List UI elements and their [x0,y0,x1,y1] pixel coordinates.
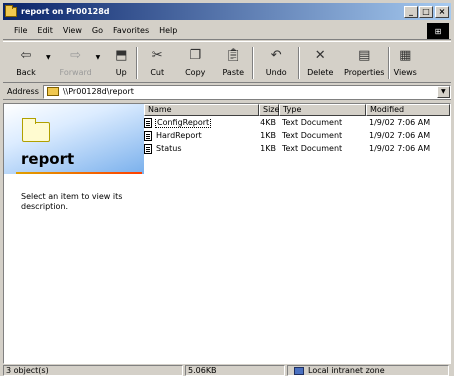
forward-arrow-icon: ⇨ [70,48,82,63]
status-zone: Local intranet zone [287,365,449,376]
delete-x-icon: ✕ [314,48,326,63]
file-modified: 1/9/02 7:06 AM [369,144,431,153]
folder-content: report Select an item to view its descri… [3,103,451,364]
toolbar: ⇦ Back ▼ ⇨ Forward ▼ ⬒ Up ✂ Cut ❐ Copy 📋… [3,41,451,83]
file-row[interactable]: Status 1KB Text Document 1/9/02 7:06 AM [144,142,450,155]
delete-label: Delete [307,68,334,77]
column-header-type[interactable]: Type [279,104,366,116]
back-label: Back [16,68,36,77]
status-size: 5.06KB [185,365,285,376]
file-name-cell: ConfigReport [144,117,259,128]
status-object-count: 3 object(s) [3,365,183,376]
menu-edit[interactable]: Edit [32,26,58,35]
menu-bar: File Edit View Go Favorites Help ⊞ [3,22,451,40]
views-label: Views [393,68,417,77]
copy-button[interactable]: ❐ Copy [176,42,214,82]
forward-dropdown-icon[interactable]: ▼ [96,54,101,61]
file-list: Name Size Type Modified ConfigReport 4KB… [144,104,450,363]
properties-icon: ▤ [358,48,371,63]
undo-icon: ↶ [270,48,282,63]
title-bar[interactable]: report on Pr00128d _ □ × [3,3,451,20]
panel-title: report [21,150,75,168]
address-input[interactable]: \\Pr00128d\report ▼ [42,84,451,99]
copy-label: Copy [185,68,206,77]
menu-help[interactable]: Help [154,26,182,35]
views-icon: ▦ [399,48,412,63]
paste-button[interactable]: 📋︎ Paste [214,42,252,82]
intranet-zone-icon [294,366,304,375]
minimize-button[interactable]: _ [404,5,418,18]
address-value: \\Pr00128d\report [62,87,134,96]
text-document-icon [144,143,152,154]
paste-label: Paste [222,68,245,77]
address-dropdown-button[interactable]: ▼ [436,85,450,98]
file-name[interactable]: Status [156,144,182,153]
file-modified: 1/9/02 7:06 AM [369,118,431,127]
folder-icon [46,87,59,96]
up-button[interactable]: ⬒ Up [106,42,136,82]
column-header-name[interactable]: Name [144,104,259,116]
file-modified: 1/9/02 7:06 AM [369,131,431,140]
file-size: 4KB [260,118,276,127]
folder-icon [5,4,17,17]
cut-button[interactable]: ✂ Cut [138,42,176,82]
views-button[interactable]: ▦ Views [390,42,420,82]
large-folder-icon [22,118,50,142]
explorer-window: report on Pr00128d _ □ × File Edit View … [0,0,454,376]
forward-button[interactable]: ⇨ Forward [57,42,95,82]
file-row[interactable]: HardReport 1KB Text Document 1/9/02 7:06… [144,129,450,142]
file-name[interactable]: ConfigReport [154,117,212,128]
menu-go[interactable]: Go [87,26,108,35]
scissors-icon: ✂ [151,48,163,63]
up-label: Up [115,68,127,77]
text-document-icon [144,130,152,141]
panel-description: Select an item to view its description. [21,192,123,211]
cut-label: Cut [150,68,165,77]
properties-button[interactable]: ▤ Properties [340,42,388,82]
address-label: Address [7,87,39,96]
delete-button[interactable]: ✕ Delete [300,42,340,82]
back-button[interactable]: ⇦ Back [7,42,45,82]
maximize-button[interactable]: □ [419,5,433,18]
paste-icon: 📋︎ [224,48,242,63]
back-dropdown-icon[interactable]: ▼ [46,54,51,61]
file-size: 1KB [260,131,276,140]
back-arrow-icon: ⇦ [20,48,32,63]
file-size: 1KB [260,144,276,153]
up-folder-icon: ⬒ [115,48,128,63]
file-name-cell: HardReport [144,130,259,141]
file-name[interactable]: HardReport [156,131,202,140]
column-header-modified[interactable]: Modified [366,104,450,116]
file-type: Text Document [282,131,343,140]
menu-favorites[interactable]: Favorites [108,26,154,35]
undo-label: Undo [265,68,287,77]
undo-button[interactable]: ↶ Undo [254,42,298,82]
file-row[interactable]: ConfigReport 4KB Text Document 1/9/02 7:… [144,116,450,129]
window-title: report on Pr00128d [21,7,110,16]
menu-file[interactable]: File [9,26,32,35]
window-controls: _ □ × [403,5,449,18]
address-bar: Address \\Pr00128d\report ▼ [3,84,451,100]
text-document-icon [144,117,152,128]
file-name-cell: Status [144,143,259,154]
file-type: Text Document [282,144,343,153]
copy-icon: ❐ [189,48,202,63]
forward-label: Forward [59,68,92,77]
panel-divider [16,172,142,174]
file-type: Text Document [282,118,343,127]
close-button[interactable]: × [435,5,449,18]
properties-label: Properties [344,68,385,77]
status-bar: 3 object(s) 5.06KB Local intranet zone [3,365,451,376]
menu-view[interactable]: View [58,26,87,35]
list-header: Name Size Type Modified [144,104,450,116]
windows-logo-icon: ⊞ [427,23,449,39]
zone-label: Local intranet zone [308,366,385,375]
column-header-size[interactable]: Size [259,104,279,116]
web-view-panel: report Select an item to view its descri… [4,104,144,363]
